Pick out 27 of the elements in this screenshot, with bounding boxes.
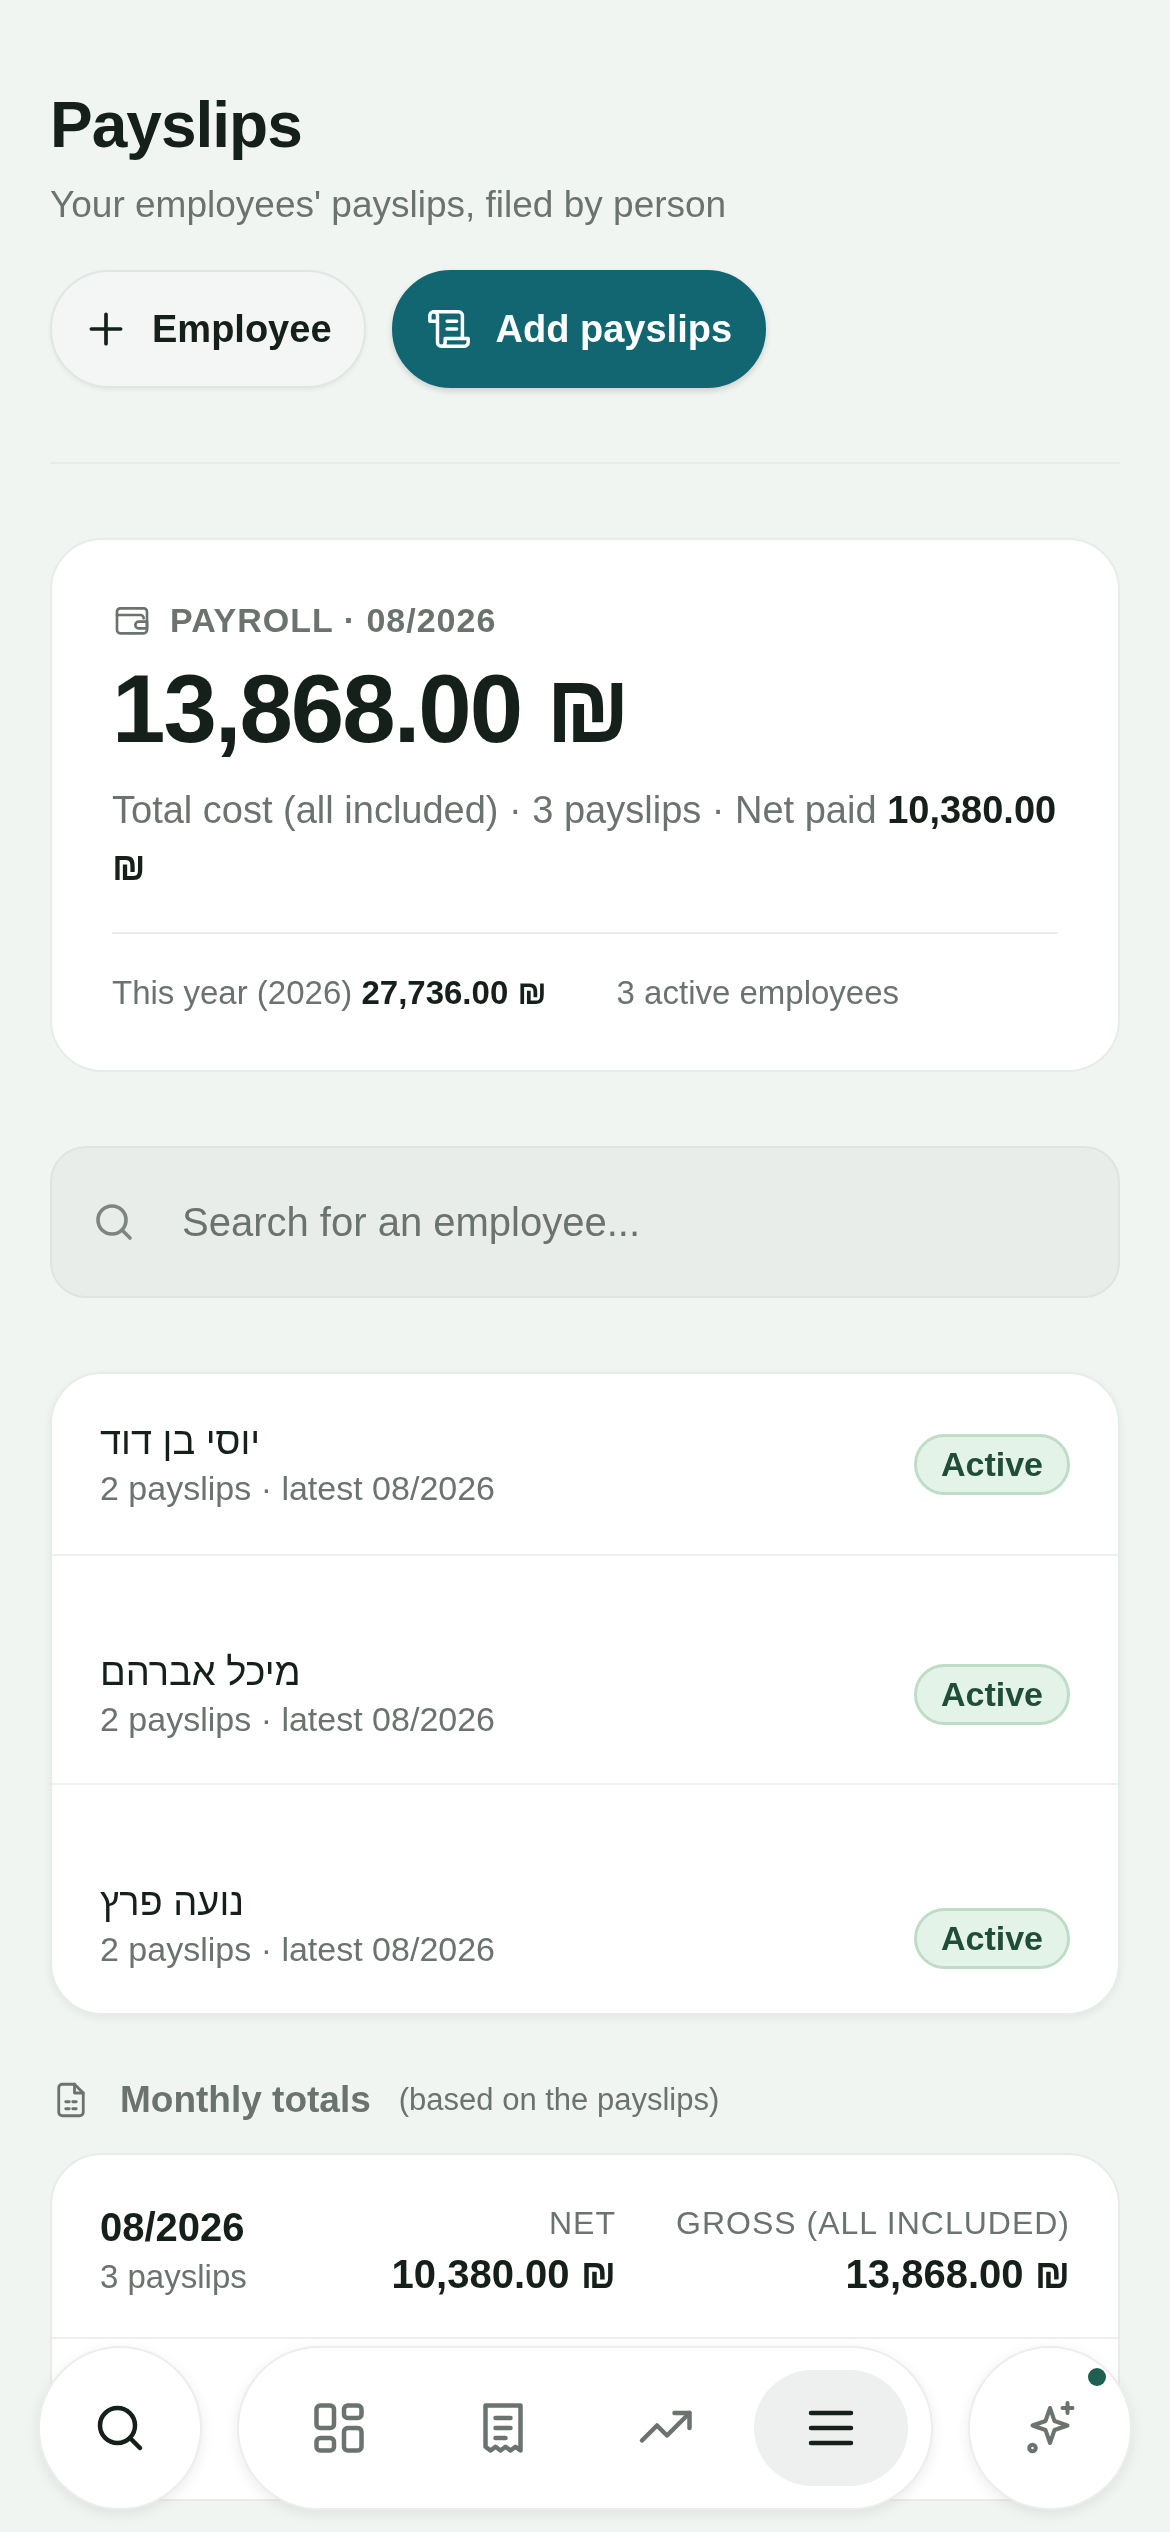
section-title: Monthly totals xyxy=(120,2079,371,2121)
page-title: Payslips xyxy=(50,88,303,162)
payroll-description: Total cost (all included) · 3 payslips · Net paid 10,380.00 ₪ xyxy=(112,788,1058,890)
add-payslips-button[interactable]: Add payslips xyxy=(391,270,767,388)
employee-name: יוסי בן דוד xyxy=(100,1420,262,1463)
total-amount: 13,868.00 ₪ xyxy=(112,654,630,764)
employee-details: 2 payslips · latest 08/2026 xyxy=(100,1469,496,1508)
status-badge: Active xyxy=(913,1664,1070,1725)
add-employee-button[interactable]: Employee xyxy=(50,270,366,388)
net-label: NET xyxy=(549,2205,616,2242)
search-field[interactable]: Search for an employee... xyxy=(50,1146,1120,1298)
section-note: (based on the payslips) xyxy=(398,2082,720,2118)
payroll-period: PAYROLL · 08/2026 xyxy=(170,600,497,640)
employee-details: 2 payslips · latest 08/2026 xyxy=(100,1930,496,1969)
status-badge: Active xyxy=(913,1433,1070,1495)
status-badge: Active xyxy=(913,1908,1070,1969)
page-subtitle: Your employees' payslips, filed by person xyxy=(50,184,728,226)
gross-label: GROSS (ALL INCLUDED) xyxy=(676,2205,1070,2242)
net-amount: 10,380.00 ₪ xyxy=(391,2252,616,2297)
month-label: 08/2026 xyxy=(100,2205,246,2250)
employee-name: מיכל אברהם xyxy=(100,1650,302,1694)
year-total: This year (2026) 27,736.00 ₪ xyxy=(112,974,547,1012)
active-employees-count: 3 active employees xyxy=(616,974,900,1012)
payslip-count: 3 payslips xyxy=(100,2258,247,2296)
employee-name: נועה פרץ xyxy=(100,1881,246,1924)
employee-details: 2 payslips · latest 08/2026 xyxy=(100,1699,496,1739)
gross-amount: 13,868.00 ₪ xyxy=(845,2252,1070,2297)
